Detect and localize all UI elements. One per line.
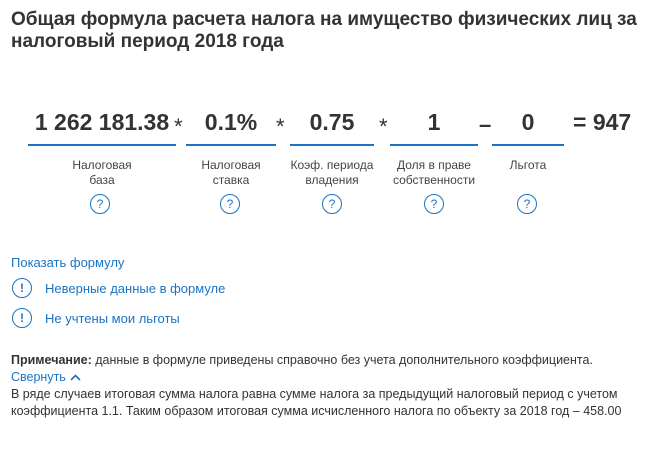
term-tax-base: 1 262 181.38 Налоговая база	[28, 108, 176, 188]
ownership-share-underline	[390, 144, 478, 146]
period-coef-caption: Коэф. периода владения	[290, 158, 374, 187]
period-coef-value: 0.75	[309, 109, 355, 135]
tax-rate-value: 0.1%	[204, 109, 258, 135]
alert-icon: !	[12, 308, 32, 328]
collapse-label: Свернуть	[11, 370, 66, 384]
operator-multiply-1: *	[174, 114, 183, 139]
tax-base-value: 1 262 181.38	[34, 109, 170, 135]
tax-rate-help-icon[interactable]: ?	[220, 194, 240, 214]
benefits-missing-link[interactable]: Не учтены мои льготы	[45, 311, 180, 327]
period-coef-help-icon[interactable]: ?	[322, 194, 342, 214]
tax-base-caption: Налоговая база	[72, 158, 132, 187]
benefit-value: 0	[521, 109, 535, 135]
benefit-help-icon[interactable]: ?	[517, 194, 537, 214]
ownership-share-caption: Доля в праве собственности	[392, 158, 476, 187]
wrong-data-link[interactable]: Неверные данные в формуле	[45, 281, 225, 297]
show-formula-link[interactable]: Показать формулу	[11, 255, 124, 271]
collapse-link[interactable]: Свернуть	[11, 370, 81, 384]
note-text: данные в формуле приведены справочно без…	[95, 353, 593, 367]
page-title: Общая формула расчета налога на имуществ…	[11, 9, 637, 52]
term-benefit: 0 Льгота	[492, 108, 564, 173]
benefit-underline	[492, 144, 564, 146]
tax-rate-underline	[186, 144, 276, 146]
operator-minus: –	[479, 112, 492, 137]
ownership-share-value: 1	[427, 109, 441, 135]
note-label: Примечание:	[11, 353, 92, 367]
tax-rate-caption: Налоговая ставка	[201, 158, 261, 187]
tax-base-help-icon[interactable]: ?	[90, 194, 110, 214]
note-details: В ряде случаев итоговая сумма налога рав…	[11, 387, 622, 419]
tax-base-underline	[28, 144, 176, 146]
term-ownership-share: 1 Доля в праве собственности	[390, 108, 478, 188]
formula-result: = 947	[573, 109, 632, 135]
note-block: Примечание: данные в формуле приведены с…	[11, 352, 641, 420]
term-tax-rate: 0.1% Налоговая ставка	[186, 108, 276, 188]
operator-multiply-2: *	[276, 114, 285, 139]
term-period-coef: 0.75 Коэф. периода владения	[290, 108, 374, 188]
alert-icon: !	[12, 278, 32, 298]
benefit-caption: Льгота	[509, 158, 547, 172]
chevron-up-icon	[70, 369, 81, 386]
ownership-share-help-icon[interactable]: ?	[424, 194, 444, 214]
operator-multiply-3: *	[379, 114, 388, 139]
period-coef-underline	[290, 144, 374, 146]
